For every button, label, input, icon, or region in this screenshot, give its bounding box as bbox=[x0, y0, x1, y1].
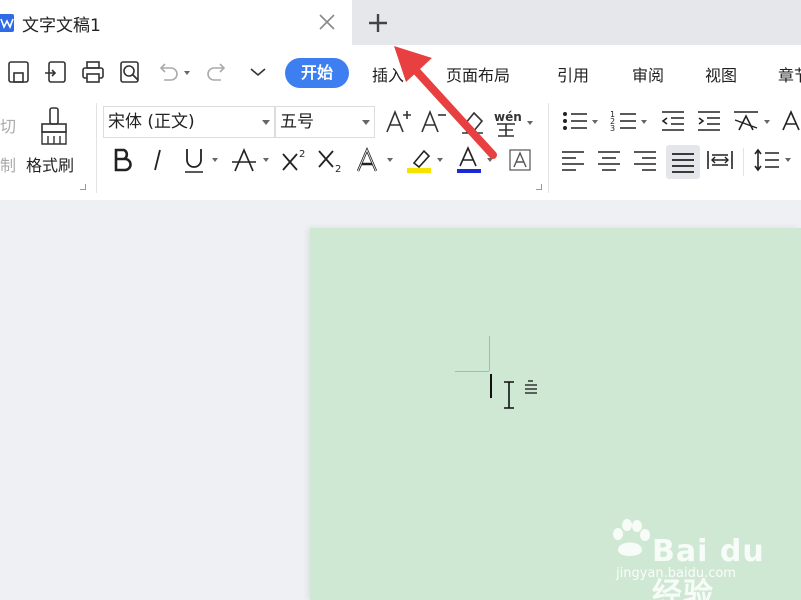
redo-icon[interactable] bbox=[204, 59, 230, 85]
menu-insert[interactable]: 插入 bbox=[372, 62, 404, 86]
group-separator bbox=[548, 103, 549, 193]
group-separator bbox=[743, 148, 744, 176]
plus-icon[interactable] bbox=[366, 11, 390, 35]
customize-dropdown-icon[interactable] bbox=[245, 59, 271, 85]
baidu-watermark: Bai du 经验 jingyan.baidu.com bbox=[608, 516, 788, 600]
underline-icon[interactable] bbox=[179, 145, 209, 175]
font-name-value: 宋体 (正文) bbox=[108, 112, 195, 132]
cut-button[interactable]: 切 bbox=[0, 113, 16, 137]
text-direction-icon[interactable] bbox=[731, 106, 761, 136]
highlight-icon[interactable] bbox=[404, 145, 434, 175]
text-effect-icon[interactable] bbox=[353, 145, 383, 175]
increase-font-icon[interactable] bbox=[383, 106, 413, 136]
menu-home[interactable]: 开始 bbox=[285, 58, 349, 88]
clear-format-icon[interactable] bbox=[457, 106, 487, 136]
strikethrough-icon[interactable] bbox=[229, 145, 259, 175]
tab-bar: 文字文稿1 bbox=[0, 0, 801, 45]
decrease-indent-icon[interactable] bbox=[658, 106, 688, 136]
print-preview-icon[interactable] bbox=[117, 59, 143, 85]
menu-view[interactable]: 视图 bbox=[705, 62, 737, 86]
char-border-icon[interactable] bbox=[505, 145, 535, 175]
bold-icon[interactable] bbox=[108, 145, 138, 175]
bullet-dropdown-icon[interactable] bbox=[592, 120, 598, 124]
menu-review[interactable]: 审阅 bbox=[632, 62, 664, 86]
line-spacing-icon[interactable] bbox=[752, 145, 782, 175]
close-icon[interactable] bbox=[316, 11, 338, 33]
writer-doc-icon bbox=[0, 14, 14, 32]
align-left-icon[interactable] bbox=[558, 145, 588, 175]
decrease-font-icon[interactable] bbox=[418, 106, 448, 136]
text-direction-dropdown-icon[interactable] bbox=[764, 120, 770, 124]
font-expand-icon[interactable] bbox=[536, 184, 542, 190]
distributed-align-icon[interactable] bbox=[705, 145, 735, 175]
numbered-dropdown-icon[interactable] bbox=[641, 120, 647, 124]
undo-dropdown-icon[interactable] bbox=[184, 71, 190, 75]
format-painter-button[interactable]: 格式刷 bbox=[26, 152, 74, 176]
bullet-list-icon[interactable] bbox=[560, 106, 590, 136]
superscript-icon[interactable]: 2 bbox=[280, 145, 310, 175]
margin-marker-horizontal bbox=[455, 371, 489, 372]
convert-pdf-icon[interactable] bbox=[43, 59, 69, 85]
font-name-select[interactable]: 宋体 (正文) bbox=[103, 106, 275, 138]
chevron-down-icon bbox=[362, 120, 370, 125]
align-justify-icon[interactable] bbox=[666, 145, 700, 179]
tab-title: 文字文稿1 bbox=[22, 16, 101, 36]
increase-indent-icon[interactable] bbox=[694, 106, 724, 136]
align-center-icon[interactable] bbox=[594, 145, 624, 175]
watermark-site: jingyan.baidu.com bbox=[616, 566, 736, 581]
undo-icon[interactable] bbox=[155, 59, 181, 85]
svg-text:2: 2 bbox=[335, 164, 341, 175]
strikethrough-dropdown-icon[interactable] bbox=[263, 158, 269, 162]
svg-text:2: 2 bbox=[299, 149, 305, 160]
document-tab[interactable]: 文字文稿1 bbox=[0, 0, 352, 45]
ibeam-cursor-icon bbox=[504, 381, 514, 409]
line-spacing-dropdown-icon[interactable] bbox=[785, 158, 791, 162]
numbered-list-icon[interactable]: 1 2 3 bbox=[609, 106, 639, 136]
sort-icon[interactable] bbox=[780, 106, 801, 136]
pinyin-char-icon bbox=[497, 123, 515, 137]
font-size-value: 五号 bbox=[280, 112, 314, 132]
group-separator bbox=[96, 103, 97, 193]
paragraph-layout-icon bbox=[525, 380, 537, 394]
chevron-down-icon bbox=[262, 120, 270, 125]
text-effect-dropdown-icon[interactable] bbox=[387, 158, 393, 162]
format-painter-icon[interactable] bbox=[38, 106, 70, 146]
text-cursor bbox=[490, 374, 492, 398]
italic-icon[interactable] bbox=[143, 145, 173, 175]
menu-page-layout[interactable]: 页面布局 bbox=[446, 62, 510, 86]
margin-marker-vertical bbox=[489, 336, 490, 371]
font-color-icon[interactable] bbox=[454, 145, 484, 175]
menu-references[interactable]: 引用 bbox=[557, 62, 589, 86]
subscript-icon[interactable]: 2 bbox=[316, 145, 346, 175]
save-icon[interactable] bbox=[6, 59, 32, 85]
pinyin-guide-button[interactable]: wén bbox=[493, 110, 523, 137]
svg-text:3: 3 bbox=[610, 124, 615, 133]
align-right-icon[interactable] bbox=[630, 145, 660, 175]
clipboard-expand-icon[interactable] bbox=[80, 184, 86, 190]
underline-dropdown-icon[interactable] bbox=[212, 158, 218, 162]
pinyin-dropdown-icon[interactable] bbox=[527, 121, 533, 125]
highlight-dropdown-icon[interactable] bbox=[437, 158, 443, 162]
baidu-paw-logo-icon bbox=[613, 519, 650, 556]
print-icon[interactable] bbox=[80, 59, 106, 85]
menu-chapter[interactable]: 章节 bbox=[778, 62, 801, 86]
font-color-dropdown-icon[interactable] bbox=[487, 158, 493, 162]
copy-button[interactable]: 制 bbox=[0, 152, 16, 176]
font-size-select[interactable]: 五号 bbox=[275, 106, 375, 138]
